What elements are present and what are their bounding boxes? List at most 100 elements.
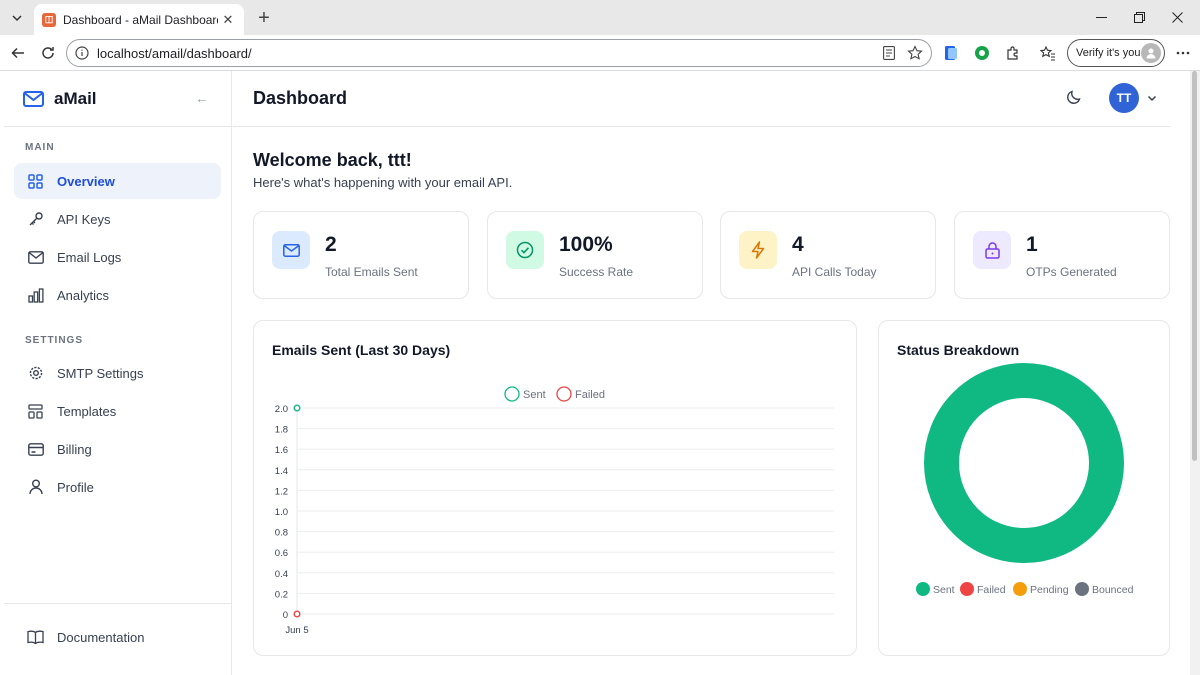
legend-item-sent: Sent <box>916 582 955 596</box>
sidebar-item-smtp-settings[interactable]: SMTP Settings <box>14 355 221 391</box>
close-window-icon[interactable] <box>1154 0 1200 35</box>
y-tick-label: 1.0 <box>275 507 288 518</box>
stat-label: Total Emails Sent <box>325 265 418 279</box>
stat-card-api-calls: 4 API Calls Today <box>720 211 936 299</box>
sidebar-item-profile[interactable]: Profile <box>14 469 221 505</box>
y-tick-label: 1.6 <box>275 445 288 456</box>
sidebar-item-label: Profile <box>57 479 94 495</box>
collapse-sidebar-icon[interactable]: ← <box>195 90 209 106</box>
verify-profile-button[interactable]: Verify it's you <box>1067 39 1165 67</box>
page-scrollbar[interactable] <box>1190 71 1200 675</box>
top-header: Dashboard TT <box>233 71 1170 127</box>
legend-label: Failed <box>575 389 605 401</box>
more-options-icon[interactable] <box>1169 39 1197 67</box>
y-tick-label: 2.0 <box>275 404 288 415</box>
verify-label: Verify it's you <box>1076 47 1141 59</box>
y-tick-label: 1.4 <box>275 466 288 477</box>
legend-label: Failed <box>977 584 1006 596</box>
scrollbar-thumb[interactable] <box>1192 71 1197 461</box>
sidebar-item-label: Templates <box>57 403 117 419</box>
legend-item-failed: Failed <box>960 582 1006 596</box>
legend-marker <box>960 582 974 596</box>
favorites-icon[interactable] <box>1034 39 1062 67</box>
brand[interactable]: aMail ← <box>4 71 231 127</box>
reload-icon[interactable] <box>34 39 62 67</box>
sidebar-item-api-keys[interactable]: API Keys <box>14 201 221 237</box>
sidebar-item-billing[interactable]: Billing <box>14 431 221 467</box>
welcome-title: Welcome back, ttt! <box>253 150 412 170</box>
line-chart: Sent Failed 0 0.2 0.4 0.6 0.8 1.0 1.2 1.4 1.6 1.8 2.… <box>275 386 834 636</box>
sidebar-item-label: Email Logs <box>57 249 122 265</box>
legend-label: Pending <box>1030 584 1069 596</box>
favorite-star-icon[interactable] <box>907 45 923 61</box>
stat-value: 100% <box>559 233 613 256</box>
bar-chart-icon <box>27 287 44 304</box>
sidebar-item-documentation[interactable]: Documentation <box>14 619 221 655</box>
welcome-subtitle: Here's what's happening with your email … <box>253 175 513 190</box>
reader-mode-icon[interactable] <box>883 46 895 60</box>
extensions-puzzle-icon[interactable] <box>999 39 1027 67</box>
user-avatar[interactable]: TT <box>1109 83 1139 113</box>
sidebar-item-label: SMTP Settings <box>57 365 144 381</box>
grid-icon <box>27 173 44 190</box>
sidebar-item-analytics[interactable]: Analytics <box>14 277 221 313</box>
mail-icon <box>272 231 310 269</box>
user-icon <box>27 479 44 496</box>
sidebar-item-label: Billing <box>57 441 92 457</box>
stat-label: OTPs Generated <box>1026 265 1117 279</box>
tab-close-icon[interactable]: ✕ <box>218 10 238 30</box>
stat-label: Success Rate <box>559 265 634 279</box>
legend-marker <box>916 582 930 596</box>
donut-slice-sent <box>924 363 1124 563</box>
browser-tab-bar: ◫ Dashboard - aMail Dashboard ✕ + <box>0 0 1200 35</box>
sidebar: aMail ← MAIN Overview API Keys Email Log… <box>4 71 232 675</box>
y-tick-label: 0 <box>283 610 288 621</box>
tab-title: Dashboard - aMail Dashboard <box>63 12 218 27</box>
stat-card-total-emails: 2 Total Emails Sent <box>253 211 469 299</box>
legend-marker <box>556 386 572 402</box>
legend-marker <box>1075 582 1089 596</box>
sidebar-item-label: Overview <box>57 173 115 189</box>
browser-tab[interactable]: ◫ Dashboard - aMail Dashboard ✕ <box>34 4 244 35</box>
gear-icon <box>27 365 44 382</box>
stat-value: 4 <box>792 233 804 256</box>
book-icon <box>27 629 44 646</box>
extension-icon[interactable] <box>937 39 965 67</box>
new-tab-plus-icon[interactable]: + <box>253 7 275 29</box>
legend-label: Bounced <box>1092 584 1134 596</box>
credit-card-icon <box>27 441 44 458</box>
back-arrow-icon[interactable] <box>4 39 32 67</box>
extension-green-icon[interactable] <box>968 39 996 67</box>
sidebar-item-templates[interactable]: Templates <box>14 393 221 429</box>
chart-title: Status Breakdown <box>897 342 1020 358</box>
donut-chart: Sent Failed Pending Bounced <box>916 363 1134 596</box>
y-tick-label: 0.2 <box>275 589 288 600</box>
y-tick-label: 1.2 <box>275 486 288 497</box>
x-tick-label: Jun 5 <box>285 625 308 636</box>
stat-card-otps: 1 OTPs Generated <box>954 211 1170 299</box>
section-label-settings: SETTINGS <box>25 335 84 346</box>
template-icon <box>27 403 44 420</box>
y-tick-label: 1.8 <box>275 425 288 436</box>
address-bar[interactable]: localhost/amail/dashboard/ <box>66 39 932 67</box>
key-icon <box>27 211 44 228</box>
url-text[interactable]: localhost/amail/dashboard/ <box>97 46 883 61</box>
status-breakdown-card: Status Breakdown Sent Failed Pending Bounce… <box>878 320 1170 656</box>
tab-list-chevron-icon[interactable] <box>6 7 28 29</box>
sidebar-item-email-logs[interactable]: Email Logs <box>14 239 221 275</box>
sidebar-item-label: Analytics <box>57 287 110 303</box>
legend-item-failed: Failed <box>556 386 605 402</box>
stat-label: API Calls Today <box>792 265 877 279</box>
check-circle-icon <box>506 231 544 269</box>
legend-label: Sent <box>523 389 546 401</box>
mail-icon <box>27 249 44 266</box>
chevron-down-icon[interactable] <box>1146 92 1158 104</box>
sidebar-item-overview[interactable]: Overview <box>14 163 221 199</box>
dark-mode-moon-icon[interactable] <box>1066 89 1082 105</box>
y-tick-label: 0.4 <box>275 569 288 580</box>
legend-item-pending: Pending <box>1013 582 1069 596</box>
info-icon[interactable] <box>75 46 89 60</box>
lock-icon <box>973 231 1011 269</box>
y-tick-label: 0.6 <box>275 548 288 559</box>
data-point-sent <box>293 404 301 412</box>
